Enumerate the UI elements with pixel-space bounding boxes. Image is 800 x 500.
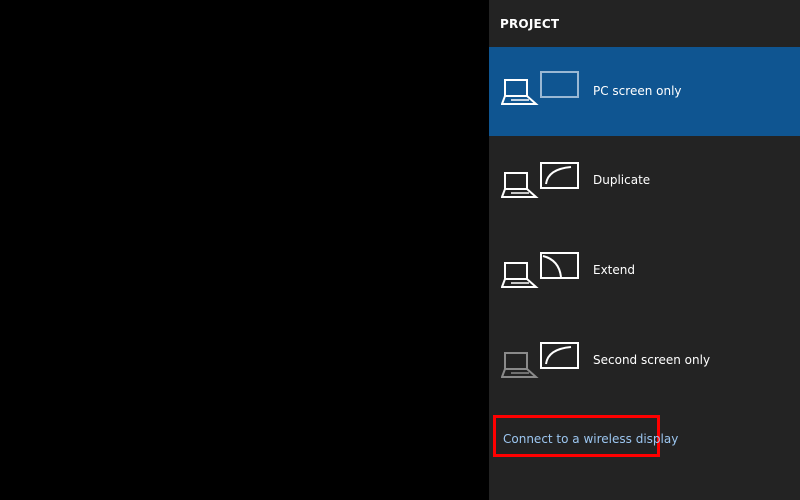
- option-duplicate[interactable]: Duplicate: [489, 136, 800, 225]
- duplicate-icon: [501, 162, 579, 198]
- option-pc-screen-only[interactable]: PC screen only: [489, 47, 800, 136]
- option-second-screen-only[interactable]: Second screen only: [489, 316, 800, 405]
- option-label: PC screen only: [593, 84, 682, 98]
- project-panel: PROJECT PC screen only Duplicate Extend …: [489, 0, 800, 500]
- wireless-highlight-box: Connect to a wireless display: [493, 415, 678, 457]
- option-label: Second screen only: [593, 353, 711, 367]
- desktop-background: [0, 0, 489, 500]
- option-extend[interactable]: Extend: [489, 226, 800, 315]
- pc-screen-only-icon: [501, 71, 579, 105]
- connect-wireless-display-link[interactable]: Connect to a wireless display: [503, 432, 678, 446]
- panel-title: PROJECT: [500, 17, 560, 31]
- second-screen-only-icon: [501, 342, 579, 378]
- option-label: Duplicate: [593, 173, 651, 187]
- option-label: Extend: [593, 263, 635, 277]
- extend-icon: [501, 252, 579, 288]
